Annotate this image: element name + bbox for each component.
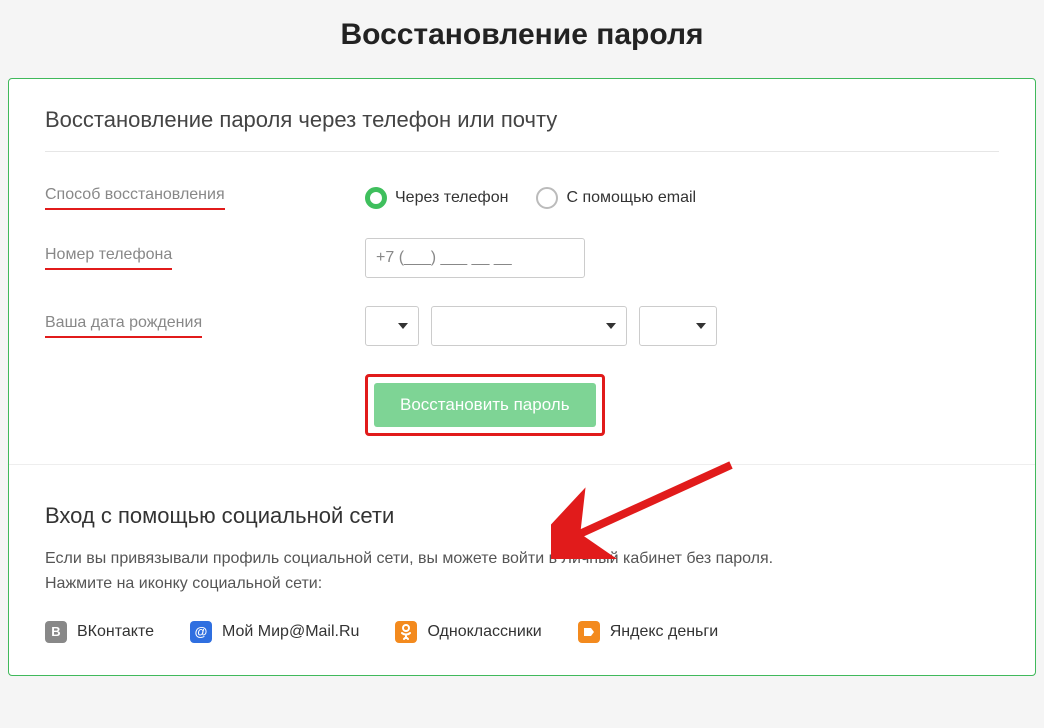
- radio-email-label: С помощью email: [566, 189, 696, 207]
- divider: [45, 151, 999, 152]
- label-dob: Ваша дата рождения: [45, 314, 365, 338]
- yandex-money-icon: [578, 621, 600, 643]
- social-vk-label: ВКонтакте: [77, 623, 154, 641]
- chevron-down-icon: [696, 323, 706, 329]
- phone-input[interactable]: [365, 238, 585, 278]
- dob-day-select[interactable]: [365, 306, 419, 346]
- social-title: Вход с помощью социальной сети: [45, 503, 999, 529]
- radio-phone[interactable]: Через телефон: [365, 187, 508, 209]
- chevron-down-icon: [398, 323, 408, 329]
- submit-highlight-box: Восстановить пароль: [365, 374, 605, 436]
- mailru-icon: @: [190, 621, 212, 643]
- vk-icon: B: [45, 621, 67, 643]
- social-yandex-label: Яндекс деньги: [610, 623, 718, 641]
- dob-month-select[interactable]: [431, 306, 627, 346]
- chevron-down-icon: [606, 323, 616, 329]
- row-phone: Номер телефона: [45, 238, 999, 278]
- row-dob: Ваша дата рождения: [45, 306, 999, 346]
- label-phone: Номер телефона: [45, 246, 365, 270]
- social-description: Если вы привязывали профиль социальной с…: [45, 547, 999, 597]
- radio-unselected-icon: [536, 187, 558, 209]
- social-ok-label: Одноклассники: [427, 623, 541, 641]
- social-yandex[interactable]: Яндекс деньги: [578, 621, 718, 643]
- social-ok[interactable]: Одноклассники: [395, 621, 541, 643]
- submit-button[interactable]: Восстановить пароль: [374, 383, 596, 427]
- radio-email[interactable]: С помощью email: [536, 187, 696, 209]
- radio-selected-icon: [365, 187, 387, 209]
- social-vk[interactable]: B ВКонтакте: [45, 621, 154, 643]
- social-mailru[interactable]: @ Мой Мир@Mail.Ru: [190, 621, 359, 643]
- dob-year-select[interactable]: [639, 306, 717, 346]
- social-mailru-label: Мой Мир@Mail.Ru: [222, 623, 359, 641]
- page-title: Восстановление пароля: [8, 18, 1036, 52]
- row-method: Способ восстановления Через телефон С по…: [45, 186, 999, 210]
- recovery-card: Восстановление пароля через телефон или …: [8, 78, 1036, 676]
- form-title: Восстановление пароля через телефон или …: [45, 107, 999, 133]
- ok-icon: [395, 621, 417, 643]
- label-method: Способ восстановления: [45, 186, 365, 210]
- radio-phone-label: Через телефон: [395, 189, 508, 207]
